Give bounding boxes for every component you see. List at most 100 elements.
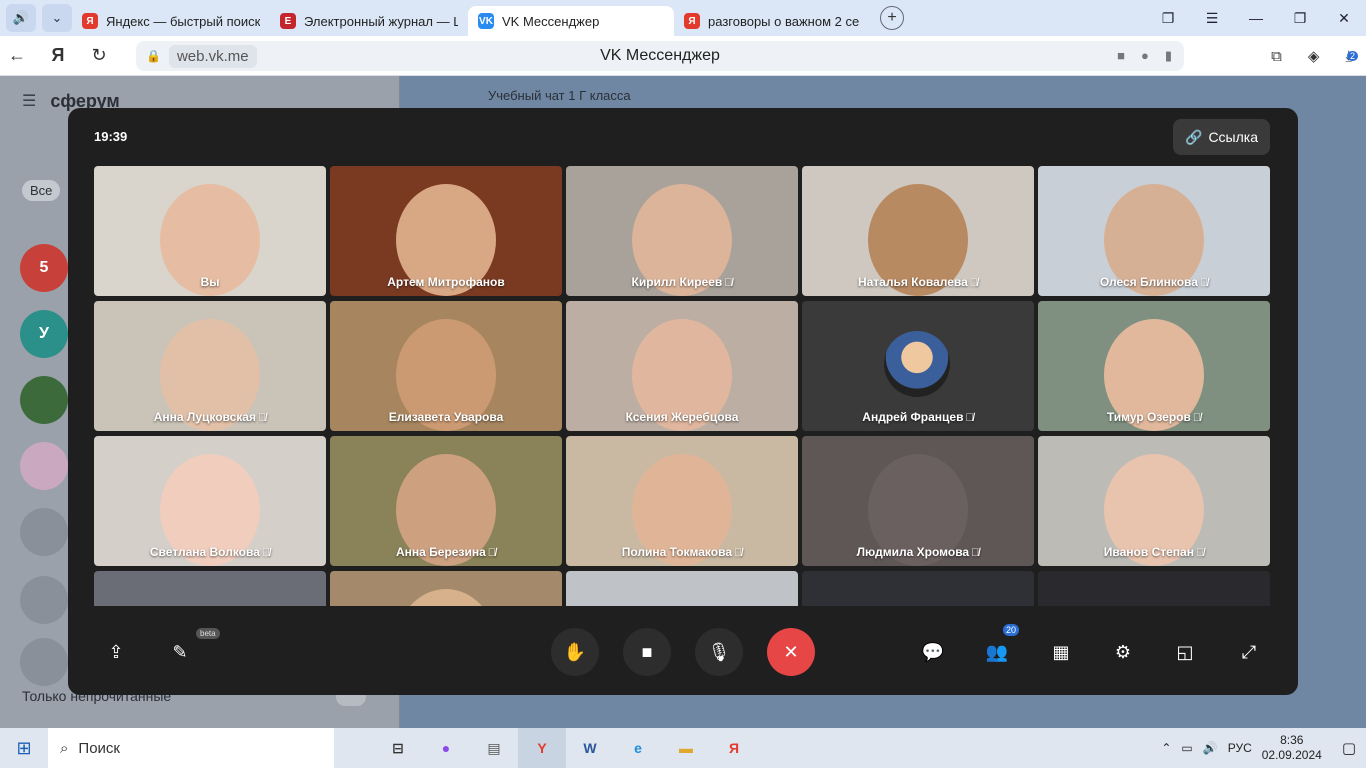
language-indicator[interactable]: РУС (1228, 741, 1252, 755)
browser-tab-4[interactable]: Яразговоры о важном 2 се (674, 6, 874, 36)
participant-name-text: Наталья Ковалева (857, 275, 968, 289)
minimize-call-icon[interactable]: ◱ (1167, 628, 1203, 676)
clock[interactable]: 8:36 02.09.2024 (1262, 733, 1322, 763)
chat-avatar-4[interactable] (20, 442, 68, 490)
microphone-button[interactable]: 🎙 (695, 628, 743, 676)
raise-hand-button[interactable]: ✋ (551, 628, 599, 676)
tray-chevron-icon[interactable]: ⌃ (1161, 741, 1171, 755)
new-tab-button[interactable]: + (880, 6, 904, 30)
fullscreen-icon[interactable]: ⤢ (1231, 628, 1267, 676)
tabs-menu-chevron-icon[interactable]: ⌄ (42, 4, 72, 32)
taskbar-search[interactable]: ⌕ Поиск (48, 728, 334, 768)
participants-icon[interactable]: 👥 20 (979, 624, 1019, 676)
tab-title: Электронный журнал — Ш (304, 13, 458, 29)
task-view-icon[interactable]: ⊟ (374, 728, 422, 768)
bookmark-icon[interactable]: ▮ (1165, 48, 1172, 64)
edge-icon[interactable]: e (614, 728, 662, 768)
participant-video (160, 589, 260, 606)
participant-tile[interactable] (330, 571, 562, 606)
microphone-icon[interactable]: ● (1141, 48, 1149, 64)
participant-name: Полина Токмакова 🎙̸ (566, 545, 798, 559)
participant-tile[interactable]: Артем Митрофанов (330, 166, 562, 296)
muted-mic-icon: 🎙̸ (1192, 412, 1202, 424)
chat-avatar-1[interactable]: 5 (20, 244, 68, 292)
scanner-icon[interactable]: ▤ (470, 728, 518, 768)
share-link-button[interactable]: 🔗 Ссылка (1173, 119, 1270, 155)
yandex-icon[interactable]: Я (710, 728, 758, 768)
participant-tile[interactable] (802, 571, 1034, 606)
chat-avatar-3[interactable] (20, 376, 68, 424)
filter-all-chip[interactable]: Все (22, 180, 61, 201)
explorer-icon[interactable]: ▬ (662, 728, 710, 768)
alice-icon[interactable]: ● (422, 728, 470, 768)
end-call-button[interactable]: ✕ (767, 628, 815, 676)
url-field[interactable]: 🔒 web.vk.me VK Мессенджер ■ ● ▮ (136, 41, 1184, 71)
downloads-icon[interactable]: ⤓2 (1345, 48, 1358, 65)
windows-start-icon[interactable]: ⊞ (0, 738, 48, 759)
participant-name-text: Артем Митрофанов (387, 275, 505, 289)
participant-name-text: Иванов Степан (1103, 545, 1194, 559)
participant-tile[interactable]: Ксения Жеребцова (566, 301, 798, 431)
participant-tile[interactable]: Светлана Волкова 🎙̸ (94, 436, 326, 566)
participant-tile[interactable]: Анна Луцковская 🎙̸ (94, 301, 326, 431)
participant-tile[interactable] (94, 571, 326, 606)
browser-tab-1[interactable]: Я Яндекс — быстрый поиск (72, 6, 270, 36)
participant-tile[interactable]: Олеся Блинкова 🎙̸ (1038, 166, 1270, 296)
call-controls: ⇪ ✎ beta ✋ ■ 🎙 ✕ 💬 👥 20 ▦ ⚙ ◱ ⤢ (68, 606, 1298, 695)
yandex-browser-icon[interactable]: Y (518, 728, 566, 768)
participant-tile[interactable] (1038, 571, 1270, 606)
minimize-button[interactable]: — (1234, 10, 1278, 26)
bookmarks-icon[interactable]: ❐ (1146, 10, 1190, 27)
participant-name-text: Кирилл Киреев (631, 275, 723, 289)
participant-tile[interactable]: Полина Токмакова 🎙̸ (566, 436, 798, 566)
windows-taskbar: ⊞ ⌕ Поиск ⊟ ● ▤ Y W e ▬ Я ⌃ ▭ 🔊 РУС 8:36… (0, 728, 1366, 768)
chat-avatar-7[interactable] (20, 638, 68, 686)
participant-name: Ксения Жеребцова (566, 410, 798, 424)
network-icon[interactable]: ▭ (1181, 741, 1192, 755)
participant-tile[interactable] (566, 571, 798, 606)
beta-badge: beta (196, 628, 220, 639)
camera-button[interactable]: ■ (623, 628, 671, 676)
participant-tile[interactable]: Вы (94, 166, 326, 296)
protect-icon[interactable]: ◈ (1308, 47, 1320, 65)
reload-button[interactable]: ↻ (82, 45, 116, 66)
chat-avatar-5[interactable] (20, 508, 68, 556)
hamburger-icon[interactable]: ☰ (22, 91, 36, 111)
close-window-button[interactable]: ✕ (1322, 10, 1366, 27)
call-clock: 19:39 (94, 129, 128, 144)
browser-tab-3[interactable]: VK VK Мессенджер (468, 6, 674, 36)
camera-icon[interactable]: ■ (1117, 48, 1125, 64)
settings-gear-icon[interactable]: ⚙ (1105, 628, 1141, 676)
chat-avatar-6[interactable] (20, 576, 68, 624)
notifications-icon[interactable]: ▢ (1342, 739, 1356, 757)
menu-icon[interactable]: ☰ (1190, 10, 1234, 27)
chat-icon[interactable]: 💬 (915, 628, 951, 676)
participant-tile[interactable]: Елизавета Уварова (330, 301, 562, 431)
search-icon: ⌕ (60, 739, 69, 757)
sound-icon[interactable]: 🔊 (6, 4, 36, 32)
participant-tile[interactable]: Анна Березина 🎙̸ (330, 436, 562, 566)
effects-icon[interactable]: ✎ (162, 628, 198, 676)
collections-icon[interactable]: ⧉ (1271, 48, 1282, 65)
participant-name-text: Олеся Блинкова (1099, 275, 1198, 289)
lock-icon: 🔒 (146, 49, 161, 63)
chat-avatar-2[interactable]: У (20, 310, 68, 358)
browser-tab-2[interactable]: Е Электронный журнал — Ш (270, 6, 468, 36)
share-screen-icon[interactable]: ⇪ (98, 628, 134, 676)
participant-tile[interactable]: Иванов Степан 🎙̸ (1038, 436, 1270, 566)
participant-tile[interactable]: Людмила Хромова 🎙̸ (802, 436, 1034, 566)
participant-tile[interactable]: Наталья Ковалева 🎙̸ (802, 166, 1034, 296)
layout-icon[interactable]: ▦ (1043, 628, 1079, 676)
participant-tile[interactable]: Кирилл Киреев 🎙̸ (566, 166, 798, 296)
back-button[interactable]: ← (0, 45, 34, 66)
participant-name-text: Людмила Хромова (856, 545, 970, 559)
word-icon[interactable]: W (566, 728, 614, 768)
participant-tile[interactable]: Тимур Озеров 🎙̸ (1038, 301, 1270, 431)
yandex-home-icon[interactable]: Я (34, 45, 82, 66)
window-controls: ❐ ☰ — ❐ ✕ (1146, 0, 1366, 36)
participant-name-text: Вы (200, 275, 220, 289)
muted-mic-icon: 🎙̸ (487, 547, 496, 559)
volume-icon[interactable]: 🔊 (1203, 741, 1218, 755)
participant-tile[interactable]: Андрей Францев 🎙̸ (802, 301, 1034, 431)
restore-button[interactable]: ❐ (1278, 10, 1322, 27)
